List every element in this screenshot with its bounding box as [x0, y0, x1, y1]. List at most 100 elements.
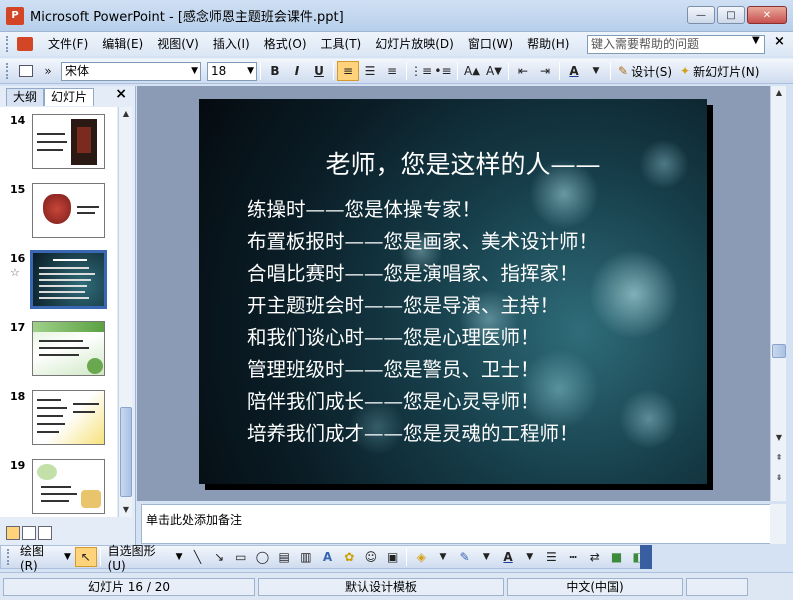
- font-color-dropdown[interactable]: ▼: [585, 61, 607, 81]
- menu-window[interactable]: 窗口(W): [461, 32, 520, 56]
- vertical-textbox-button[interactable]: ▥: [295, 547, 317, 567]
- thumbnail-scrollbar[interactable]: ▲ ▼: [118, 107, 132, 517]
- decrease-indent-button[interactable]: ⇤: [512, 61, 534, 81]
- powerpoint-app-icon[interactable]: P: [6, 6, 24, 25]
- autoshapes-button[interactable]: 自选图形(U) ▼: [104, 542, 187, 573]
- line-color-button[interactable]: ✎: [454, 547, 476, 567]
- current-slide[interactable]: 老师，您是这样的人—— 练操时——您是体操专家！ 布置板报时——您是画家、美术设…: [199, 99, 707, 484]
- minimize-button[interactable]: —: [687, 6, 715, 24]
- toolbar-separator: [406, 548, 408, 566]
- tab-slides[interactable]: 幻灯片: [44, 88, 95, 106]
- font-color-draw-dropdown[interactable]: ▼: [519, 547, 541, 567]
- slide-title[interactable]: 老师，您是这样的人——: [199, 145, 707, 181]
- menu-insert[interactable]: 插入(I): [206, 32, 257, 56]
- diagram-button[interactable]: ✿: [338, 547, 360, 567]
- bullets-button[interactable]: •≡: [432, 61, 454, 81]
- slideshow-view-button[interactable]: [38, 526, 52, 540]
- italic-button[interactable]: I: [286, 61, 308, 81]
- select-objects-button[interactable]: ↖: [74, 547, 97, 567]
- scroll-up-icon[interactable]: ▲: [119, 107, 133, 121]
- wordart-button[interactable]: A: [317, 547, 339, 567]
- slide-scrollbar[interactable]: ▲ ▼ ⇞ ⇟: [770, 86, 786, 501]
- scroll-down-icon[interactable]: ▼: [771, 431, 787, 445]
- oval-tool-button[interactable]: ◯: [252, 547, 274, 567]
- clipart-button[interactable]: ☺: [360, 547, 382, 567]
- slide-number: 16: [10, 252, 26, 265]
- slide-thumbnail-16[interactable]: [30, 250, 107, 309]
- slide-thumbnail-list: 14 15 16 ☆ 17 18 19: [0, 107, 117, 517]
- scroll-down-icon[interactable]: ▼: [119, 503, 133, 517]
- align-right-button[interactable]: ≡: [381, 61, 403, 81]
- arrow-style-button[interactable]: ⇄: [584, 547, 606, 567]
- increase-indent-button[interactable]: ⇥: [534, 61, 556, 81]
- toolbar-grip-handle[interactable]: [6, 63, 9, 79]
- slide-thumbnail-15[interactable]: [32, 183, 105, 238]
- slide-body-text[interactable]: 练操时——您是体操专家！ 布置板报时——您是画家、美术设计师！ 合唱比赛时——您…: [247, 194, 707, 450]
- slide-thumbnail-17[interactable]: [32, 321, 105, 376]
- font-size-select[interactable]: 18 ▼: [207, 61, 257, 81]
- line-color-dropdown[interactable]: ▼: [476, 547, 498, 567]
- document-icon[interactable]: [17, 37, 33, 51]
- normal-view-button[interactable]: [6, 526, 20, 540]
- textbox-tool-button[interactable]: ▤: [273, 547, 295, 567]
- status-empty-cell: [686, 577, 748, 596]
- help-search-input[interactable]: 键入需要帮助的问题: [587, 35, 765, 54]
- line-tool-button[interactable]: ╲: [187, 547, 209, 567]
- fill-color-dropdown[interactable]: ▼: [432, 547, 454, 567]
- font-name-select[interactable]: 宋体 ▼: [61, 61, 201, 81]
- draw-menu-button[interactable]: 绘图(R) ▼: [16, 542, 75, 573]
- slide-thumbnail-19[interactable]: [32, 459, 105, 514]
- menu-edit[interactable]: 编辑(E): [95, 32, 150, 56]
- insert-picture-button[interactable]: ▣: [382, 547, 404, 567]
- close-pane-button[interactable]: ×: [115, 86, 127, 102]
- slide-thumbnail-18[interactable]: [32, 390, 105, 445]
- bold-button[interactable]: B: [264, 61, 286, 81]
- scrollbar-thumb[interactable]: [120, 407, 132, 497]
- close-window-button[interactable]: ✕: [747, 6, 787, 24]
- align-left-button[interactable]: ≡: [337, 61, 359, 81]
- menu-slideshow[interactable]: 幻灯片放映(D): [368, 32, 461, 56]
- thumbnail-text: [37, 133, 65, 135]
- scroll-up-icon[interactable]: ▲: [771, 86, 787, 100]
- previous-slide-icon[interactable]: ⇞: [771, 451, 787, 465]
- chevron-down-icon[interactable]: ▼: [752, 35, 760, 46]
- numbering-button[interactable]: ⋮≡: [410, 61, 432, 81]
- toolbar-options-button[interactable]: [640, 545, 652, 569]
- notes-scrollbar[interactable]: [770, 504, 786, 544]
- thumbnail-text: [73, 411, 95, 413]
- slide-sorter-view-button[interactable]: [22, 526, 36, 540]
- fill-color-button[interactable]: ◈: [410, 547, 432, 567]
- rectangle-tool-button[interactable]: ▭: [230, 547, 252, 567]
- new-slide-button[interactable]: ✦ 新幻灯片(N): [676, 63, 763, 80]
- shadow-style-button[interactable]: ■: [606, 547, 628, 567]
- thumbnail-image: [87, 358, 103, 374]
- menu-file[interactable]: 文件(F): [41, 32, 95, 56]
- thumbnail-text: [39, 354, 79, 356]
- menu-view[interactable]: 视图(V): [150, 32, 206, 56]
- menu-tools[interactable]: 工具(T): [314, 32, 369, 56]
- slide-thumbnail-14[interactable]: [32, 114, 105, 169]
- toolbar-options-button[interactable]: »: [37, 61, 59, 81]
- menu-format[interactable]: 格式(O): [257, 32, 314, 56]
- menu-help[interactable]: 帮助(H): [520, 32, 576, 56]
- decrease-font-size-button[interactable]: A ▼: [483, 61, 505, 81]
- notes-pane[interactable]: 单击此处添加备注: [141, 504, 771, 544]
- arrow-tool-button[interactable]: ↘: [208, 547, 230, 567]
- font-color-button[interactable]: A: [563, 61, 585, 81]
- dash-style-button[interactable]: ┅: [562, 547, 584, 567]
- new-document-button[interactable]: [15, 61, 37, 81]
- next-slide-icon[interactable]: ⇟: [771, 471, 787, 485]
- maximize-button[interactable]: □: [717, 6, 745, 24]
- underline-button[interactable]: U: [308, 61, 330, 81]
- align-center-button[interactable]: ☰: [359, 61, 381, 81]
- scrollbar-thumb[interactable]: [772, 344, 786, 358]
- tab-outline[interactable]: 大纲: [6, 88, 45, 106]
- chevron-down-icon: ▼: [63, 552, 71, 562]
- close-document-button[interactable]: ×: [774, 34, 785, 49]
- design-button[interactable]: ✎ 设计(S): [614, 63, 676, 80]
- font-color-draw-button[interactable]: A: [497, 547, 519, 567]
- line-style-button[interactable]: ☰: [541, 547, 563, 567]
- toolbar-grip-handle[interactable]: [7, 549, 10, 565]
- menu-grip-handle[interactable]: [6, 36, 9, 52]
- increase-font-size-button[interactable]: A ▲: [461, 61, 483, 81]
